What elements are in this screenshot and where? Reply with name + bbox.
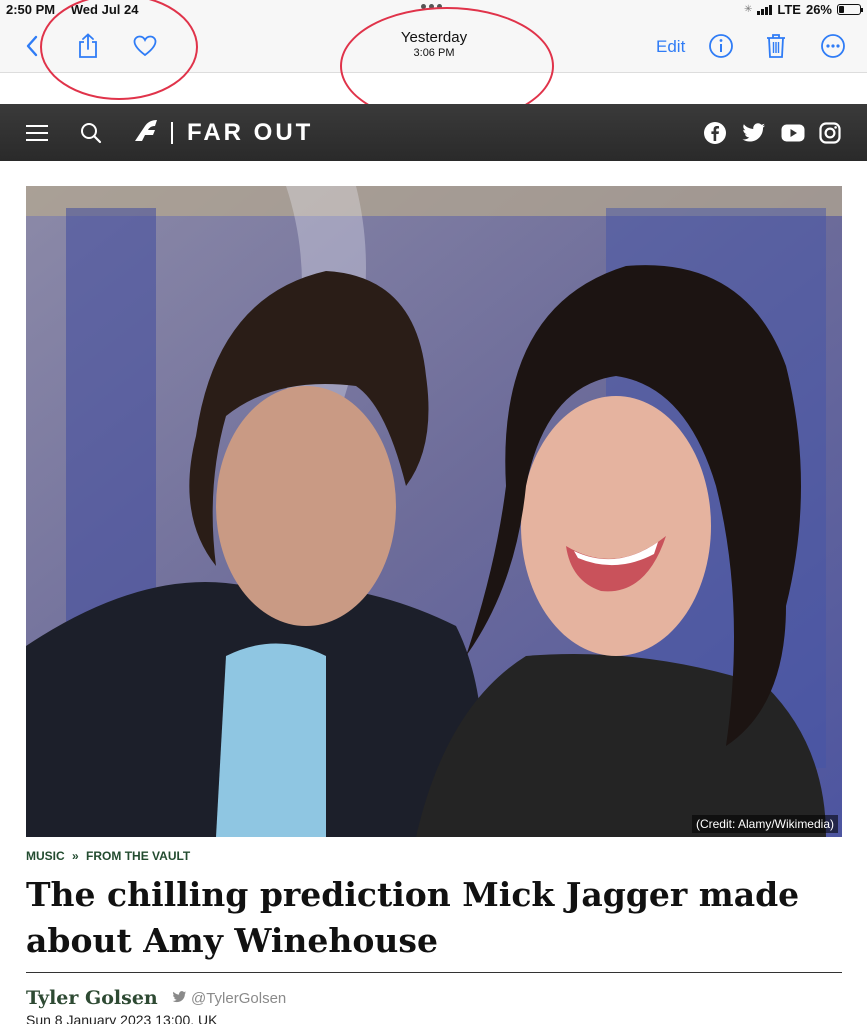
more-icon[interactable] [819, 32, 847, 60]
annotation-circle-share-heart [40, 0, 198, 100]
hero-photo-illustration [26, 186, 842, 837]
status-right: ✳ LTE 26% [743, 2, 863, 17]
edit-button[interactable]: Edit [656, 37, 685, 57]
status-time: 2:50 PM [6, 2, 56, 17]
signal-loading-icon: ✳ [743, 4, 753, 15]
headline-divider [26, 972, 842, 973]
article-headline: The chilling prediction Mick Jagger made… [26, 875, 800, 960]
hamburger-menu-icon[interactable] [26, 125, 48, 141]
image-credit: (Credit: Alamy/Wikimedia) [691, 815, 838, 833]
youtube-icon[interactable] [780, 121, 806, 145]
twitter-bird-icon [172, 990, 187, 1007]
twitter-icon[interactable] [741, 121, 767, 145]
article-author[interactable]: Tyler Golsen [26, 987, 158, 1009]
twitter-handle-text: @TylerGolsen [191, 990, 287, 1007]
breadcrumb-from-the-vault[interactable]: FROM THE VAULT [86, 849, 190, 863]
logo-mark-icon [133, 118, 159, 149]
network-label: LTE [777, 2, 801, 17]
facebook-icon[interactable] [703, 121, 727, 145]
info-icon[interactable] [707, 32, 735, 60]
instagram-icon[interactable] [818, 121, 842, 145]
site-logo[interactable]: FAR OUT [133, 118, 313, 148]
logo-text: FAR OUT [187, 119, 314, 146]
trash-icon[interactable] [762, 32, 790, 60]
battery-percent: 26% [805, 2, 832, 17]
battery-icon [837, 4, 863, 15]
site-header: FAR OUT [0, 104, 867, 161]
breadcrumb-separator: » [72, 849, 79, 863]
author-twitter-link[interactable]: @TylerGolsen [172, 990, 286, 1007]
breadcrumb: MUSIC » FROM THE VAULT [26, 849, 194, 863]
breadcrumb-music[interactable]: MUSIC [26, 849, 65, 863]
article-hero-image: (Credit: Alamy/Wikimedia) [26, 186, 842, 837]
logo-separator [171, 122, 173, 144]
article-date: Sun 8 January 2023 13:00, UK [26, 1012, 218, 1024]
signal-bars-icon [757, 4, 773, 15]
search-icon[interactable] [80, 122, 102, 144]
